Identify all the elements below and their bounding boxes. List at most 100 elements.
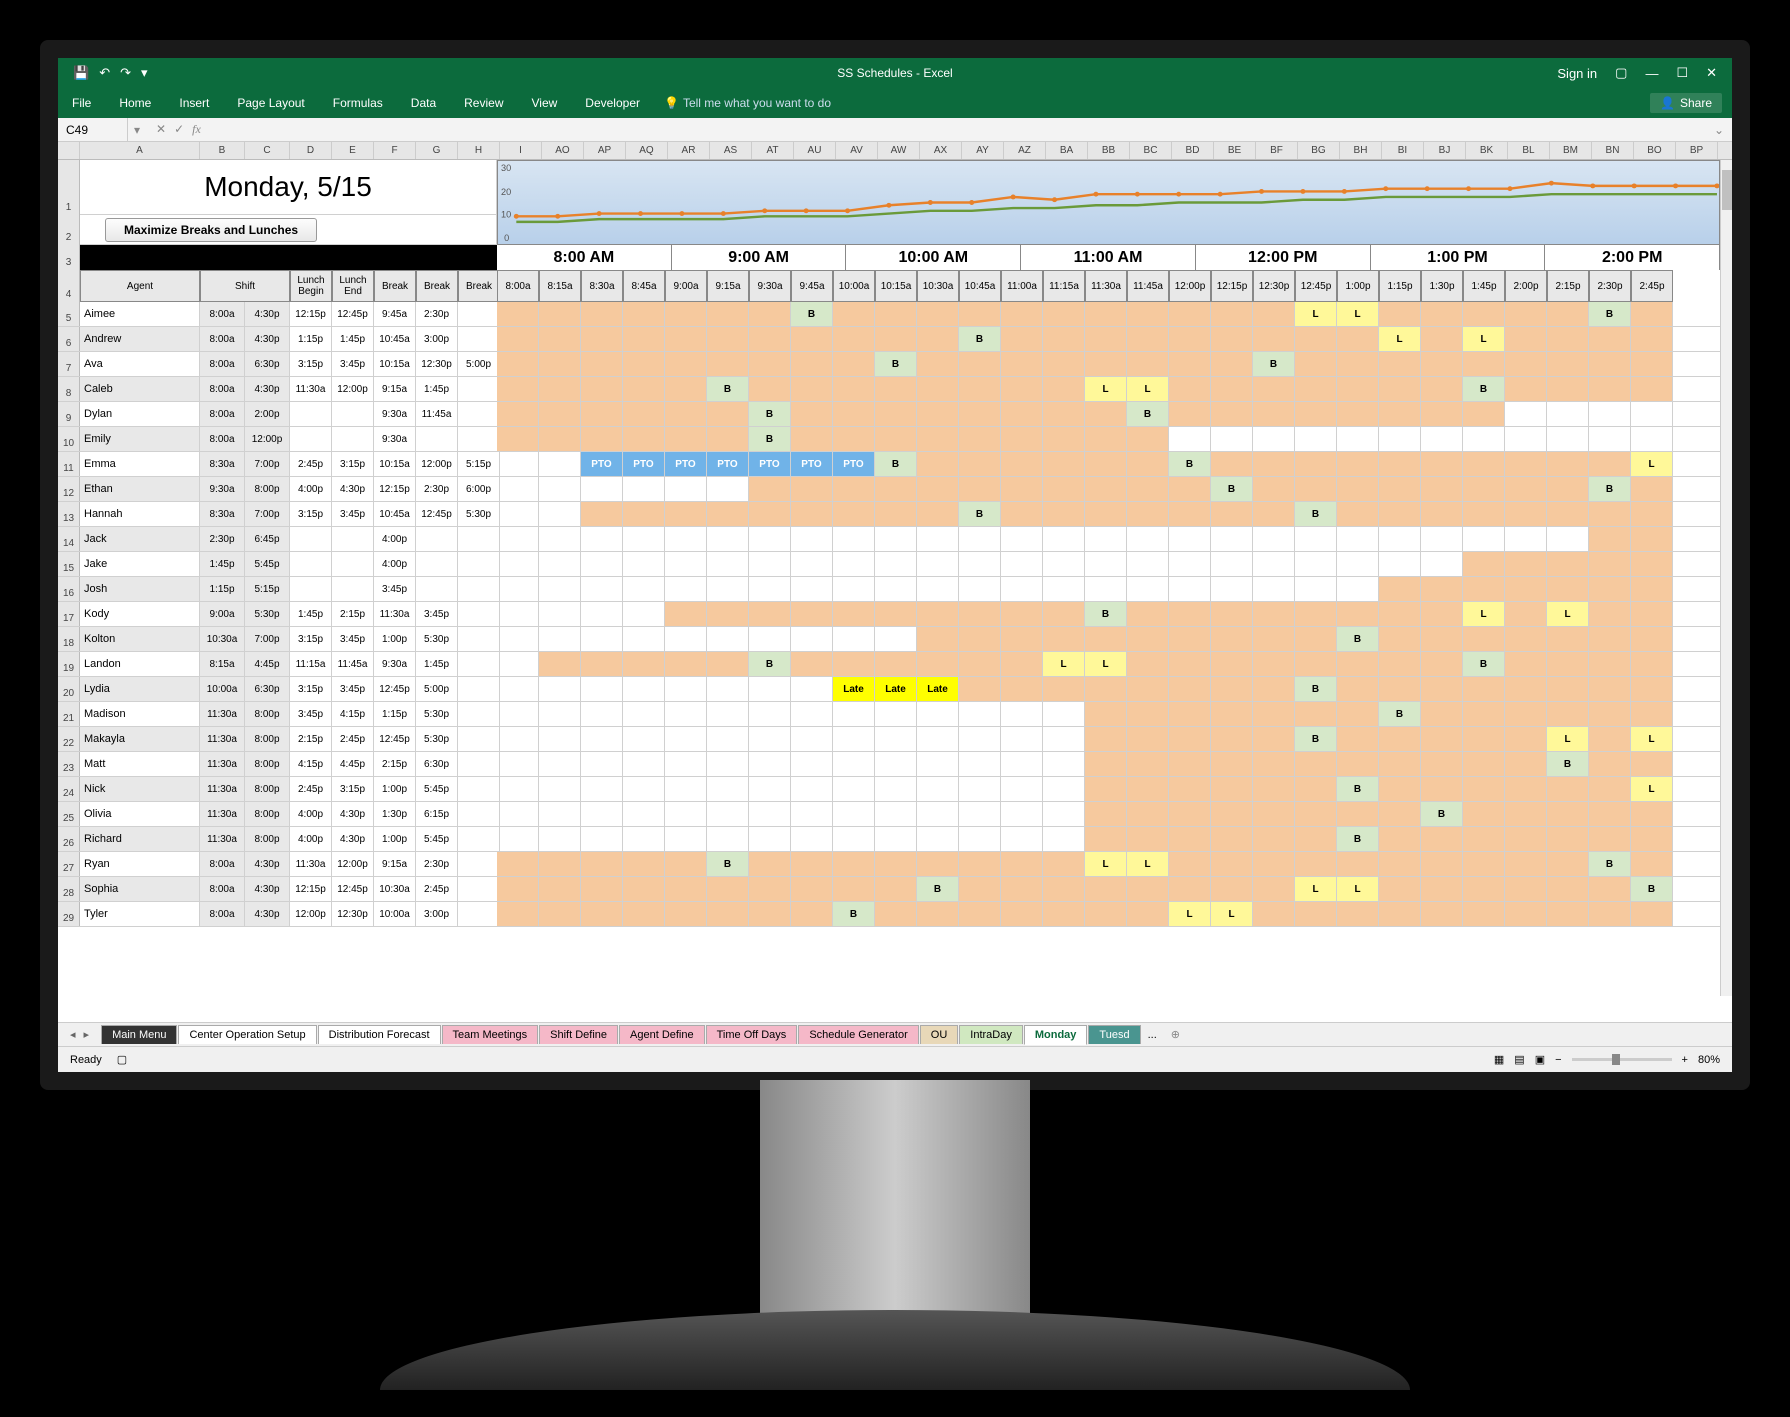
timeline-cell[interactable]: [581, 652, 623, 676]
agent-name[interactable]: Lydia: [80, 677, 200, 701]
agent-name[interactable]: Kolton: [80, 627, 200, 651]
timeline-cell[interactable]: [1043, 452, 1085, 476]
sheet-tab-intraday[interactable]: IntraDay: [959, 1025, 1023, 1044]
timeline-cell[interactable]: [1337, 852, 1379, 876]
timeline-cell[interactable]: [707, 302, 749, 326]
timeline-cell[interactable]: [1127, 752, 1169, 776]
timeline-cell[interactable]: [1463, 877, 1505, 901]
timeline-cell[interactable]: [749, 502, 791, 526]
view-pagebreak-icon[interactable]: ▣: [1535, 1053, 1545, 1066]
timeline-cell[interactable]: [791, 802, 833, 826]
timeline-cell[interactable]: [1085, 902, 1127, 926]
timeline-cell[interactable]: [833, 327, 875, 351]
timeline-cell[interactable]: [1043, 752, 1085, 776]
timeline-cell[interactable]: [1463, 552, 1505, 576]
timeline-cell[interactable]: [1001, 652, 1043, 676]
break-time[interactable]: [458, 552, 500, 576]
timeline-cell[interactable]: L: [1463, 602, 1505, 626]
col-header[interactable]: H: [458, 142, 500, 159]
timeline-cell[interactable]: B: [749, 402, 791, 426]
timeline-cell[interactable]: L: [1631, 727, 1673, 751]
timeline-cell[interactable]: [1043, 727, 1085, 751]
timeline-cell[interactable]: [833, 552, 875, 576]
timeline-cell[interactable]: [1001, 752, 1043, 776]
timeline-cell[interactable]: [749, 627, 791, 651]
lunch-begin[interactable]: 3:15p: [290, 627, 332, 651]
timeline-cell[interactable]: [749, 827, 791, 851]
timeline-cell[interactable]: [623, 402, 665, 426]
timeline-cell[interactable]: [707, 802, 749, 826]
col-header[interactable]: BH: [1340, 142, 1382, 159]
timeline-cell[interactable]: [1379, 477, 1421, 501]
timeline-cell[interactable]: [1379, 652, 1421, 676]
timeline-cell[interactable]: [791, 577, 833, 601]
timeline-cell[interactable]: B: [791, 302, 833, 326]
timeline-cell[interactable]: [1043, 602, 1085, 626]
timeline-cell[interactable]: [833, 877, 875, 901]
timeline-cell[interactable]: [875, 752, 917, 776]
lunch-end[interactable]: [332, 402, 374, 426]
timeline-cell[interactable]: [1505, 827, 1547, 851]
timeline-cell[interactable]: [1421, 827, 1463, 851]
timeline-cell[interactable]: [1421, 402, 1463, 426]
lunch-end[interactable]: 12:00p: [332, 377, 374, 401]
timeline-cell[interactable]: [1547, 802, 1589, 826]
timeline-cell[interactable]: [1085, 527, 1127, 551]
timeline-cell[interactable]: [1295, 477, 1337, 501]
timeline-cell[interactable]: [917, 552, 959, 576]
timeline-cell[interactable]: [1631, 902, 1673, 926]
timeline-cell[interactable]: [917, 427, 959, 451]
timeline-cell[interactable]: [1253, 652, 1295, 676]
timeline-cell[interactable]: [1631, 652, 1673, 676]
break-time[interactable]: 12:45p: [416, 502, 458, 526]
timeline-cell[interactable]: [959, 302, 1001, 326]
break-time[interactable]: 9:15a: [374, 377, 416, 401]
timeline-cell[interactable]: [1001, 727, 1043, 751]
timeline-cell[interactable]: [875, 502, 917, 526]
lunch-end[interactable]: 2:15p: [332, 602, 374, 626]
timeline-cell[interactable]: [959, 527, 1001, 551]
col-header[interactable]: BE: [1214, 142, 1256, 159]
break-time[interactable]: 12:45p: [374, 727, 416, 751]
timeline-cell[interactable]: [497, 427, 539, 451]
row-header[interactable]: 9: [58, 402, 80, 426]
agent-name[interactable]: Caleb: [80, 377, 200, 401]
timeline-cell[interactable]: [665, 402, 707, 426]
lunch-begin[interactable]: 3:45p: [290, 702, 332, 726]
timeline-cell[interactable]: B: [1631, 877, 1673, 901]
maximize-breaks-button[interactable]: Maximize Breaks and Lunches: [105, 218, 317, 242]
timeline-cell[interactable]: [875, 427, 917, 451]
timeline-cell[interactable]: [1085, 727, 1127, 751]
timeline-cell[interactable]: [1547, 377, 1589, 401]
timeline-cell[interactable]: PTO: [581, 452, 623, 476]
break-time[interactable]: 1:00p: [374, 777, 416, 801]
timeline-cell[interactable]: [497, 652, 539, 676]
timeline-cell[interactable]: [1253, 502, 1295, 526]
timeline-cell[interactable]: [1379, 577, 1421, 601]
timeline-cell[interactable]: [497, 752, 539, 776]
timeline-cell[interactable]: [497, 352, 539, 376]
timeline-cell[interactable]: [539, 852, 581, 876]
agent-name[interactable]: Josh: [80, 577, 200, 601]
timeline-cell[interactable]: [1169, 677, 1211, 701]
timeline-cell[interactable]: [497, 677, 539, 701]
timeline-cell[interactable]: L: [1337, 302, 1379, 326]
row-header[interactable]: 16: [58, 577, 80, 601]
timeline-cell[interactable]: [1295, 602, 1337, 626]
timeline-cell[interactable]: [1001, 377, 1043, 401]
timeline-cell[interactable]: [1379, 452, 1421, 476]
break-time[interactable]: 10:15a: [374, 352, 416, 376]
lunch-end[interactable]: 4:45p: [332, 752, 374, 776]
col-header[interactable]: AX: [920, 142, 962, 159]
timeline-cell[interactable]: [707, 352, 749, 376]
timeline-cell[interactable]: [707, 577, 749, 601]
timeline-cell[interactable]: [581, 527, 623, 551]
col-header[interactable]: C: [245, 142, 290, 159]
timeline-cell[interactable]: [623, 602, 665, 626]
timeline-cell[interactable]: [1379, 752, 1421, 776]
break-time[interactable]: [458, 602, 500, 626]
timeline-cell[interactable]: [497, 327, 539, 351]
timeline-cell[interactable]: [1127, 777, 1169, 801]
shift-start[interactable]: 2:30p: [200, 527, 245, 551]
timeline-cell[interactable]: [1169, 402, 1211, 426]
